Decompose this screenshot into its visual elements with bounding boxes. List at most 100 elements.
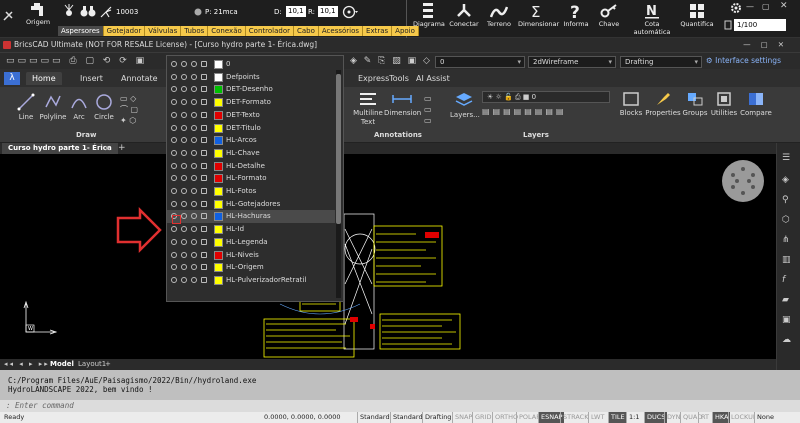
hydro-menu-gotejador[interactable]: Gotejador	[103, 26, 146, 36]
scale-select[interactable]: 1/100	[734, 19, 786, 31]
dimensionar-button[interactable]: Σ Dimensionar	[518, 2, 559, 28]
layer-tool-icons[interactable]: ▤▤▤▤▤▤▤▤	[482, 107, 566, 116]
tab-ai-assist[interactable]: AI Assist	[410, 72, 456, 85]
attach-icon[interactable]: ⚲	[782, 195, 789, 205]
layer-state-icons[interactable]	[171, 263, 211, 272]
window-controls[interactable]: —▢✕	[743, 38, 794, 52]
quantifica-button[interactable]: Quantifica	[680, 2, 714, 28]
status-snap[interactable]: SNAP	[452, 412, 474, 423]
compare-button[interactable]: Compare	[739, 91, 773, 117]
status-tile[interactable]: TILE	[608, 412, 627, 423]
status-lockui[interactable]: LOCKUI	[728, 412, 757, 423]
layer-row[interactable]: HL-Origem	[167, 261, 335, 274]
ribbon-layer-combo[interactable]: ☀ ☼ 🔓 ⎙ ■ 0	[482, 91, 610, 103]
layer-row[interactable]: Defpoints	[167, 71, 335, 84]
layer-row[interactable]: DET-Titulo	[167, 122, 335, 135]
hydro-menu-acess-rios[interactable]: Acessórios	[318, 26, 364, 36]
binoculars-icon[interactable]	[80, 4, 96, 20]
layer-row[interactable]: DET-Desenho	[167, 83, 335, 96]
annotation-small-tools[interactable]: ▭ ▭ ▭	[424, 93, 432, 126]
tab-annotate[interactable]: Annotate	[115, 72, 164, 85]
chave-button[interactable]: Chave	[596, 2, 622, 28]
app-menu-icon[interactable]	[2, 10, 14, 24]
layer-row[interactable]: HL-Detalhe	[167, 160, 335, 173]
layer-row[interactable]: HL-Hachuras	[167, 210, 335, 224]
interface-settings-link[interactable]: ⚙ Interface settings	[706, 56, 781, 65]
target-icon[interactable]	[342, 5, 358, 21]
status-none[interactable]: None	[754, 412, 776, 423]
layer-row[interactable]: HL-Fotos	[167, 185, 335, 198]
status-lwt[interactable]: LWT	[588, 412, 606, 423]
layer-row[interactable]: HL-Arcos	[167, 134, 335, 147]
layer-state-icons[interactable]	[171, 200, 211, 209]
hydro-menu-extras[interactable]: Extras	[363, 26, 393, 36]
library-icon[interactable]: ▥	[782, 255, 791, 265]
cube-icon[interactable]: ⬡	[782, 215, 790, 225]
layer-state-icons[interactable]	[171, 251, 211, 260]
app-lambda-icon[interactable]: λ	[4, 72, 20, 85]
layer-row[interactable]: 0	[167, 58, 335, 71]
tab-model[interactable]: Model	[50, 359, 74, 370]
drawing-canvas[interactable]: W	[0, 154, 776, 359]
layer-state-icons[interactable]	[171, 149, 211, 158]
tab-layout1[interactable]: Layout1	[78, 359, 106, 370]
polyline-button[interactable]: Polyline	[38, 93, 68, 121]
layer-row[interactable]: HL-Legenda	[167, 236, 335, 249]
layer-state-icons[interactable]	[171, 60, 211, 69]
multiline-text-button[interactable]: Multiline Text	[352, 91, 384, 127]
close-doc-icon[interactable]: ✕	[104, 143, 111, 154]
layer-state-icons[interactable]	[171, 73, 211, 82]
minimize-icon[interactable]: —	[746, 2, 754, 11]
hydro-menu-tubos[interactable]: Tubos	[181, 26, 209, 36]
layer-row[interactable]: HL-PulverizadorRetratil	[167, 274, 335, 287]
spray-icon[interactable]	[100, 6, 112, 20]
hydro-menu-v-lvulas[interactable]: Válvulas	[145, 26, 182, 36]
layout-nav-arrows[interactable]: ◂◂ ◂ ▸ ▸▸	[4, 359, 50, 370]
hydro-menu-cabo[interactable]: Cabo	[293, 26, 319, 36]
layer-row[interactable]: HL-Id	[167, 223, 335, 236]
layers-button[interactable]: Layers...	[450, 91, 480, 119]
color-combo[interactable]: 0	[435, 56, 525, 68]
layers-panel-icon[interactable]: ◈	[782, 175, 789, 185]
visual-style-combo[interactable]: 2dWireframe	[528, 56, 616, 68]
status-grid[interactable]: GRID	[472, 412, 493, 423]
circle-button[interactable]: Circle	[92, 93, 116, 121]
arc-button[interactable]: Arc	[68, 93, 90, 121]
close-icon[interactable]: ✕	[780, 1, 788, 11]
draw-small-tools[interactable]: ▭ ◇ ⌒ ▢ ✦ ⬡	[120, 93, 138, 126]
cloud-upload-icon[interactable]: ☁	[782, 335, 791, 345]
hydro-menu-conex-o[interactable]: Conexão	[208, 26, 246, 36]
diagrama-button[interactable]: Diagrama	[413, 2, 445, 28]
settings-gear-icon[interactable]	[730, 2, 742, 16]
layer-state-icons[interactable]	[171, 276, 211, 285]
tab-insert[interactable]: Insert	[74, 72, 109, 85]
aspersor-icon[interactable]	[62, 4, 76, 20]
status-standard[interactable]: Standard	[390, 412, 425, 423]
properties-button[interactable]: Properties	[645, 91, 681, 117]
tree-icon[interactable]: ⋔	[782, 235, 790, 245]
document-tab[interactable]: Curso hydro parte 1- Érica	[2, 143, 118, 154]
dimension-button[interactable]: Dimension	[384, 91, 421, 117]
command-input[interactable]: : Enter command	[0, 400, 800, 412]
layer-row[interactable]: HL-Niveis	[167, 249, 335, 262]
r-input[interactable]: 10,1	[318, 6, 338, 17]
tab-add-layout[interactable]: +	[105, 359, 111, 370]
scrollbar-thumb[interactable]	[336, 74, 341, 224]
tab-expresstools[interactable]: ExpressTools	[352, 72, 415, 85]
new-doc-icon[interactable]: +	[118, 143, 126, 154]
line-button[interactable]: Line	[14, 93, 38, 121]
layer-state-icons[interactable]	[171, 174, 211, 183]
layer-dropdown-list[interactable]: 0 Defpoints DET-Desenho DET-Formato DET-Text…	[166, 55, 344, 302]
layer-row[interactable]: HL-Formato	[167, 172, 335, 185]
sliders-icon[interactable]: ☰	[782, 153, 790, 163]
groups-button[interactable]: Groups	[681, 91, 709, 117]
blocks-button[interactable]: Blocks	[617, 91, 645, 117]
camera-icon[interactable]: ▣	[782, 315, 791, 325]
status-rt[interactable]: RT	[698, 412, 711, 423]
layer-state-icons[interactable]	[171, 162, 211, 171]
status-drafting[interactable]: Drafting	[422, 412, 453, 423]
status-standard[interactable]: Standard	[357, 412, 392, 423]
origem-button[interactable]: Origem	[24, 2, 52, 26]
informa-button[interactable]: ? Informa	[561, 2, 591, 28]
layer-row[interactable]: DET-Texto	[167, 109, 335, 122]
